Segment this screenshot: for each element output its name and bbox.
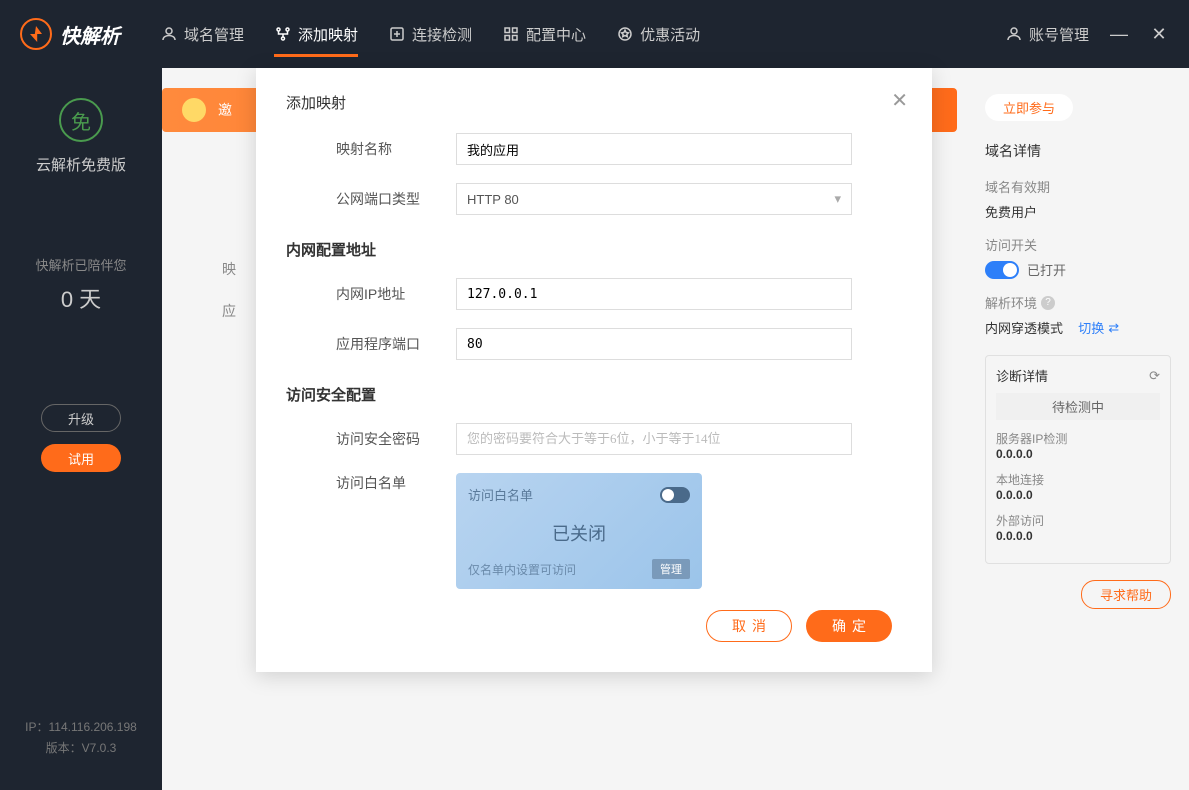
grid-icon [502,25,520,43]
upgrade-button[interactable]: 升级 [41,404,121,432]
user-icon [1005,25,1023,43]
top-navigation: 快解析 域名管理 添加映射 连接检测 配置中心 优惠活动 账号管理 — ✕ [0,0,1189,68]
password-input[interactable] [456,423,852,455]
port-type-select[interactable]: HTTP 80 ▾ [456,183,852,215]
env-label: 解析环境 [985,293,1037,312]
domain-details-title: 域名详情 [985,141,1171,161]
mapping-name-label: 映射名称 [336,139,456,159]
whitelist-label: 访问白名单 [336,473,456,493]
chevron-down-icon: ▾ [834,191,841,207]
cancel-button[interactable]: 取消 [706,610,792,642]
expire-label: 域名有效期 [985,177,1171,196]
access-toggle[interactable] [985,261,1019,279]
whitelist-hint: 仅名单内设置可访问 [468,561,576,578]
close-button[interactable]: ✕ [1149,24,1169,44]
app-port-input[interactable] [456,328,852,360]
switch-link[interactable]: 切换 [1078,318,1104,337]
nav-promotions[interactable]: 优惠活动 [616,2,700,67]
internal-config-section: 内网配置地址 [286,239,902,260]
diag-title: 诊断详情 [996,366,1048,385]
nav-domain-management[interactable]: 域名管理 [160,2,244,67]
mapping-name-input[interactable] [456,133,852,165]
user-icon [160,25,178,43]
port-type-label: 公网端口类型 [336,189,456,209]
star-icon [616,25,634,43]
app-port-label: 应用程序端口 [336,334,456,354]
mapping-icon [274,25,292,43]
trial-button[interactable]: 试用 [41,444,121,472]
product-name: 云解析免费版 [36,154,126,175]
app-name: 快解析 [60,20,120,49]
sidebar-footer: IP：114.116.206.198 版本：V7.0.3 [25,717,137,760]
nav-connection-test[interactable]: 连接检测 [388,2,472,67]
local-conn-label: 本地连接 [996,471,1160,488]
company-text: 快解析已陪伴您 [35,255,126,274]
help-icon[interactable]: ? [1041,296,1055,310]
plus-box-icon [388,25,406,43]
nav-config-center[interactable]: 配置中心 [502,2,586,67]
modal-close-button[interactable]: ✕ [891,88,908,113]
minimize-button[interactable]: — [1109,24,1129,44]
access-switch-label: 访问开关 [985,235,1171,254]
whitelist-manage-button[interactable]: 管理 [652,559,690,579]
confirm-button[interactable]: 确定 [806,610,892,642]
swap-icon: ⇄ [1108,320,1119,336]
right-panel: 立即参与 域名详情 域名有效期 免费用户 访问开关 已打开 解析环境 ? 内网穿… [967,68,1189,790]
main-content: 邀 映 应 添加映射 ✕ 映射名称 公网端口类型 HTTP 80 ▾ [162,68,967,790]
env-value: 内网穿透模式 [985,318,1063,337]
whitelist-title: 访问白名单 [468,485,533,504]
internal-ip-input[interactable] [456,278,852,310]
seek-help-button[interactable]: 寻求帮助 [1081,580,1171,609]
whitelist-status: 已关闭 [468,520,690,546]
nav-account-management[interactable]: 账号管理 [1005,24,1089,45]
server-ip-label: 服务器IP检测 [996,430,1160,447]
days-count: 0 天 [61,282,101,314]
access-status: 已打开 [1027,260,1066,279]
diagnostic-panel: 诊断详情 ⟳ 待检测中 服务器IP检测 0.0.0.0 本地连接 0.0.0.0… [985,355,1171,564]
version-number: V7.0.3 [82,741,117,755]
ip-address: 114.116.206.198 [49,720,137,734]
local-conn-value: 0.0.0.0 [996,488,1160,502]
background-labels: 映 应 [222,248,236,332]
add-mapping-modal: 添加映射 ✕ 映射名称 公网端口类型 HTTP 80 ▾ 内网配置地址 内网IP… [256,68,932,672]
free-badge-icon: 免 [59,98,103,142]
nav-add-mapping[interactable]: 添加映射 [274,2,358,67]
whitelist-panel: 访问白名单 已关闭 仅名单内设置可访问 管理 [456,473,702,589]
server-ip-value: 0.0.0.0 [996,447,1160,461]
internal-ip-label: 内网IP地址 [336,284,456,304]
external-value: 0.0.0.0 [996,529,1160,543]
expire-value: 免费用户 [985,202,1171,221]
participate-button[interactable]: 立即参与 [985,94,1073,121]
diag-status: 待检测中 [996,393,1160,420]
sidebar: 免 云解析免费版 快解析已陪伴您 0 天 升级 试用 IP：114.116.20… [0,68,162,790]
coin-icon [182,98,206,122]
whitelist-toggle[interactable] [660,487,690,503]
password-label: 访问安全密码 [336,429,456,449]
external-label: 外部访问 [996,512,1160,529]
security-config-section: 访问安全配置 [286,384,902,405]
app-logo: 快解析 [20,18,120,50]
refresh-icon[interactable]: ⟳ [1149,368,1160,384]
logo-icon [20,18,52,50]
modal-title: 添加映射 [286,92,902,113]
